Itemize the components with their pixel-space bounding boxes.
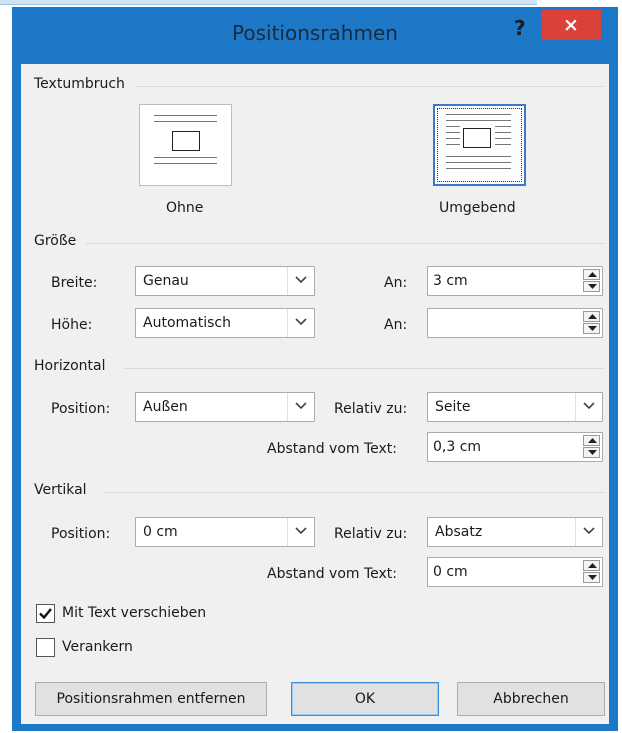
spin-up-icon[interactable]: [583, 269, 600, 280]
vertical-position-value: 0 cm: [143, 524, 178, 540]
chevron-down-icon[interactable]: [287, 309, 314, 337]
group-divider: [103, 492, 604, 493]
spin-up-icon[interactable]: [583, 560, 600, 571]
remove-frame-button[interactable]: Positionsrahmen entfernen: [35, 682, 267, 716]
cancel-button[interactable]: Abbrechen: [457, 682, 605, 716]
width-select-value: Genau: [143, 273, 189, 289]
lock-anchor-checkbox[interactable]: [36, 638, 55, 657]
horizontal-position-label: Position:: [51, 401, 111, 417]
wrap-option-around-label[interactable]: Umgebend: [439, 200, 516, 216]
dialog-window: Positionsrahmen ? × Textumbruch Ohne Umg…: [12, 7, 618, 731]
chevron-down-icon[interactable]: [287, 267, 314, 295]
close-button[interactable]: ×: [541, 10, 601, 40]
ok-button[interactable]: OK: [291, 682, 439, 716]
width-at-spinner[interactable]: 3 cm: [427, 266, 603, 296]
spin-down-icon[interactable]: [583, 572, 600, 583]
height-label: Höhe:: [51, 317, 93, 333]
group-label-text-wrap: Textumbruch: [34, 76, 125, 92]
width-at-label: An:: [384, 275, 408, 291]
horizontal-distance-value: 0,3 cm: [433, 439, 482, 455]
spin-up-icon[interactable]: [583, 311, 600, 322]
spin-up-icon[interactable]: [583, 435, 600, 446]
frame-square-icon: [172, 131, 200, 151]
checkmark-icon: [39, 608, 52, 620]
title-bar[interactable]: Positionsrahmen ? ×: [12, 7, 618, 57]
horizontal-distance-label: Abstand vom Text:: [267, 441, 398, 457]
height-at-label: An:: [384, 317, 408, 333]
spin-down-icon[interactable]: [583, 323, 600, 334]
height-at-spinner[interactable]: [427, 308, 603, 338]
width-at-value: 3 cm: [433, 273, 468, 289]
group-label-size: Größe: [34, 233, 77, 249]
group-divider: [86, 243, 604, 244]
frame-square-icon: [463, 128, 491, 148]
horizontal-relative-select[interactable]: Seite: [427, 392, 603, 422]
wrap-option-around[interactable]: [433, 104, 526, 186]
horizontal-relative-value: Seite: [435, 399, 471, 415]
chevron-down-icon[interactable]: [287, 518, 314, 546]
wrap-option-none[interactable]: [139, 104, 232, 186]
height-select[interactable]: Automatisch: [135, 308, 315, 338]
group-label-horizontal: Horizontal: [34, 358, 106, 374]
vertical-relative-value: Absatz: [435, 524, 483, 540]
width-select[interactable]: Genau: [135, 266, 315, 296]
chevron-down-icon[interactable]: [575, 518, 602, 546]
height-select-value: Automatisch: [143, 315, 231, 331]
vertical-distance-value: 0 cm: [433, 564, 468, 580]
wrap-option-none-label[interactable]: Ohne: [166, 200, 203, 216]
horizontal-relative-label: Relativ zu:: [334, 401, 408, 417]
vertical-position-label: Position:: [51, 526, 111, 542]
group-divider: [124, 368, 604, 369]
move-with-text-checkbox[interactable]: [36, 604, 55, 623]
lock-anchor-label[interactable]: Verankern: [62, 639, 133, 655]
spin-down-icon[interactable]: [583, 447, 600, 458]
chevron-down-icon[interactable]: [575, 393, 602, 421]
width-label: Breite:: [51, 275, 98, 291]
dialog-client-area: Textumbruch Ohne Umgebend Größe Breite: …: [21, 64, 609, 724]
vertical-relative-label: Relativ zu:: [334, 526, 408, 542]
spin-down-icon[interactable]: [583, 281, 600, 292]
group-divider: [136, 86, 604, 87]
horizontal-distance-spinner[interactable]: 0,3 cm: [427, 432, 603, 462]
vertical-distance-spinner[interactable]: 0 cm: [427, 557, 603, 587]
dialog-title: Positionsrahmen: [232, 21, 398, 45]
background-window-strip: [0, 0, 537, 5]
horizontal-position-select[interactable]: Außen: [135, 392, 315, 422]
vertical-position-select[interactable]: 0 cm: [135, 517, 315, 547]
chevron-down-icon[interactable]: [287, 393, 314, 421]
horizontal-position-value: Außen: [143, 399, 188, 415]
vertical-distance-label: Abstand vom Text:: [267, 566, 398, 582]
move-with-text-label[interactable]: Mit Text verschieben: [62, 605, 206, 621]
group-label-vertical: Vertikal: [34, 482, 87, 498]
vertical-relative-select[interactable]: Absatz: [427, 517, 603, 547]
help-button[interactable]: ?: [514, 16, 526, 40]
